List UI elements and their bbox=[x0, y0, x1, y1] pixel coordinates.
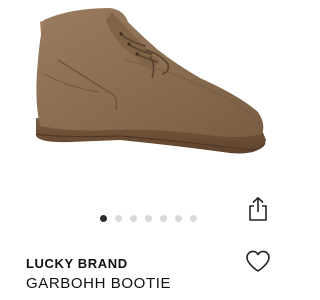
carousel-dot[interactable] bbox=[175, 215, 182, 222]
product-title: GARBOHH BOOTIE bbox=[26, 275, 172, 292]
carousel-dot[interactable] bbox=[160, 215, 167, 222]
carousel-dot[interactable] bbox=[145, 215, 152, 222]
carousel-dot-active[interactable] bbox=[100, 215, 107, 222]
product-image[interactable] bbox=[0, 0, 300, 205]
share-button[interactable] bbox=[246, 196, 270, 222]
carousel-dot[interactable] bbox=[130, 215, 137, 222]
carousel-dot[interactable] bbox=[115, 215, 122, 222]
brand-name: LUCKY BRAND bbox=[26, 256, 128, 271]
favorite-button[interactable] bbox=[245, 249, 271, 273]
carousel-dot[interactable] bbox=[190, 215, 197, 222]
bootie-illustration bbox=[35, 8, 266, 154]
share-icon bbox=[249, 197, 267, 221]
carousel-dots bbox=[100, 215, 197, 222]
heart-icon bbox=[246, 250, 270, 272]
product-detail-screen: LUCKY BRAND GARBOHH BOOTIE bbox=[0, 0, 300, 300]
